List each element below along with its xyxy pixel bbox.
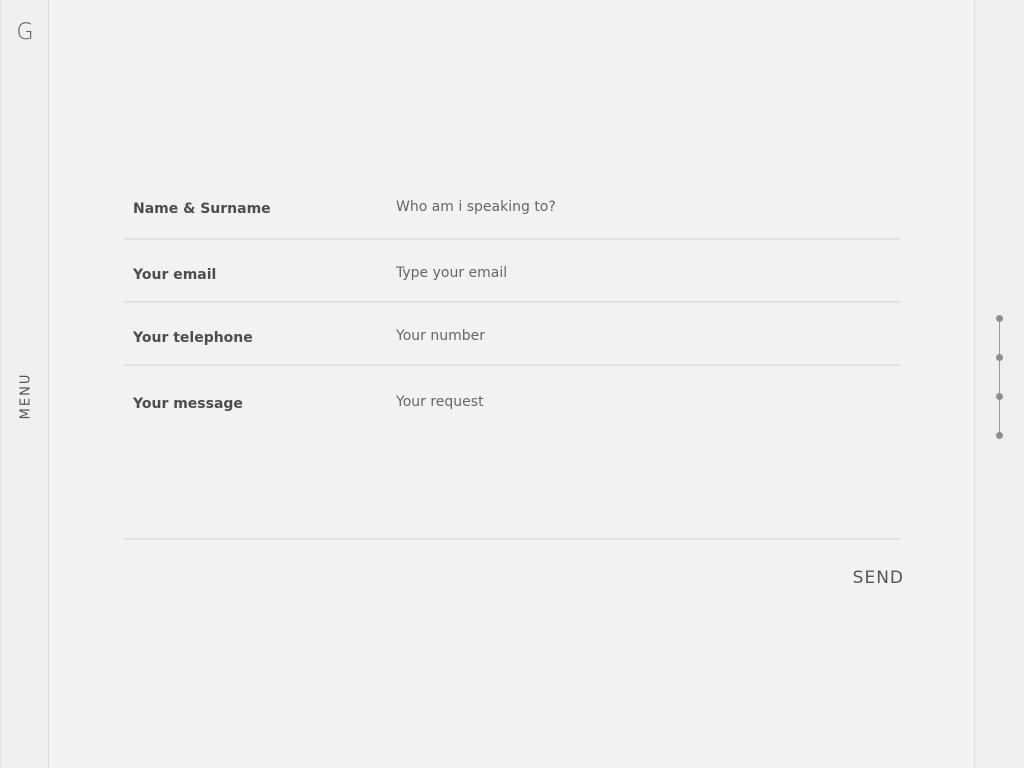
telephone-row: Your telephone xyxy=(123,303,901,366)
pager-dot-1[interactable] xyxy=(996,315,1003,322)
name-row: Name & Surname xyxy=(123,178,901,240)
right-sidebar xyxy=(974,0,1024,768)
telephone-label: Your telephone xyxy=(133,330,253,346)
left-sidebar: G MENU xyxy=(0,0,49,768)
email-row: Your email xyxy=(123,240,901,303)
send-button[interactable]: SEND xyxy=(820,568,904,588)
email-input[interactable] xyxy=(396,265,886,281)
menu-button[interactable]: MENU xyxy=(19,373,34,420)
name-label: Name & Surname xyxy=(133,201,271,217)
pager-dot-4[interactable] xyxy=(996,432,1003,439)
email-label: Your email xyxy=(133,267,217,283)
logo-icon[interactable]: G xyxy=(1,20,49,45)
pager-dot-2[interactable] xyxy=(996,354,1003,361)
pager-dot-3[interactable] xyxy=(996,393,1003,400)
pager-line xyxy=(999,318,1000,435)
message-label: Your message xyxy=(133,396,243,412)
name-input[interactable] xyxy=(396,199,886,215)
contact-form: Name & Surname Your email Your telephone… xyxy=(123,178,901,540)
message-textarea[interactable] xyxy=(396,394,886,524)
message-row: Your message xyxy=(123,366,901,540)
telephone-input[interactable] xyxy=(396,328,886,344)
